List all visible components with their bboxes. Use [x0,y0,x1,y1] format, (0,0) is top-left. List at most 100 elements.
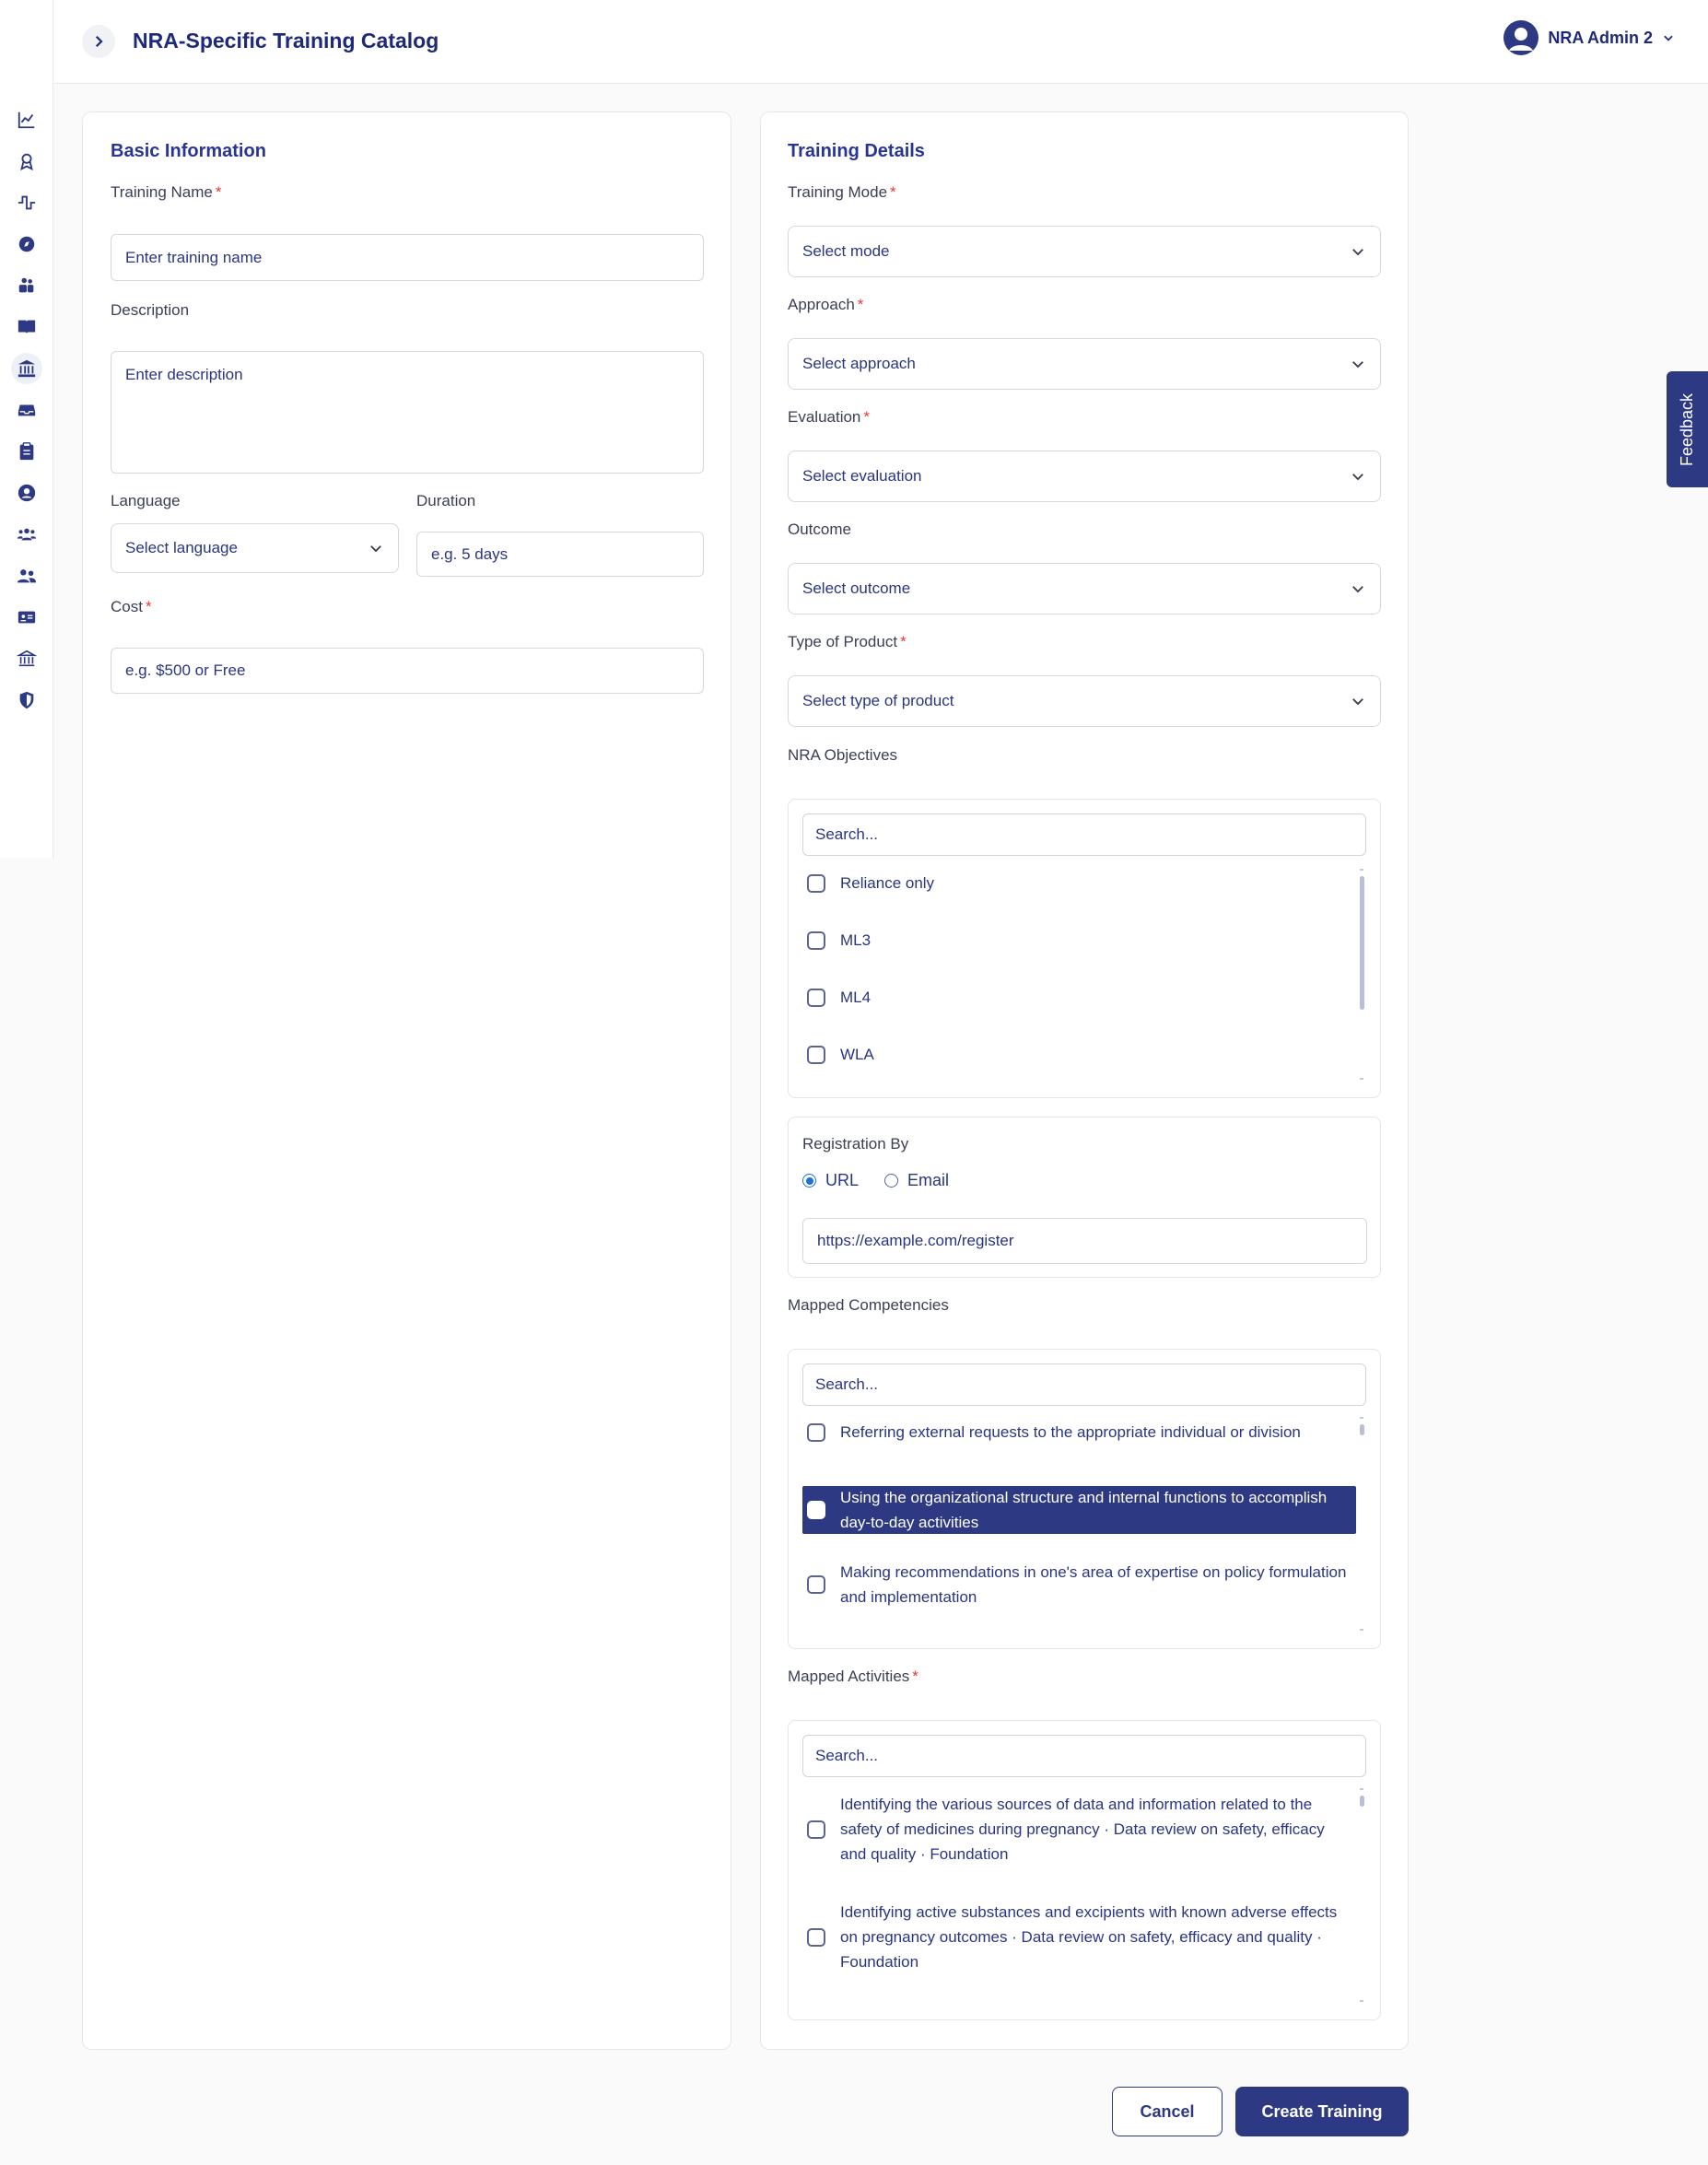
cost-label: Cost * [111,598,152,615]
objective-option[interactable]: ML4 [807,985,1352,1010]
checkbox[interactable] [807,1575,825,1594]
top-bar: NRA-Specific Training Catalog NRA Admin … [54,0,1708,84]
sidebar-toggle-button[interactable] [82,25,115,58]
chevron-down-icon [370,545,381,553]
chevron-down-icon [1352,361,1363,369]
feedback-label: Feedback [1678,392,1696,466]
scrollbar-arrow-down[interactable] [1360,2000,1363,2002]
mapped-activities-label: Mapped Activities * [788,1668,918,1685]
url-radio-label: URL [825,1171,860,1189]
training-details-card: Training Details Training Mode * Select m… [760,111,1409,2050]
url-radio[interactable] [802,1174,816,1188]
scrollbar-arrow-up[interactable] [1360,869,1363,871]
approach-label: Approach * [788,296,864,313]
training-mode-label: Training Mode * [788,183,896,201]
checkbox[interactable] [807,988,825,1007]
avatar [1503,20,1539,55]
type-of-product-label: Type of Product * [788,633,907,650]
competency-option[interactable]: Referring external requests to the appro… [807,1420,1352,1445]
objective-option[interactable]: ML3 [807,928,1352,953]
user-name: NRA Admin 2 [1548,28,1653,47]
pulse-icon[interactable] [11,187,42,218]
sidebar [0,0,53,858]
nra-objectives-box: Search... Reliance only ML3 ML4 WLA [788,799,1381,1098]
scrollbar-thumb[interactable] [1360,1796,1364,1807]
checkbox[interactable] [807,930,825,950]
section-title: Training Details [788,141,925,161]
training-name-input[interactable]: Enter training name [111,234,704,281]
email-radio[interactable] [884,1174,899,1188]
duration-label: Duration [416,492,476,509]
approach-select[interactable]: Select approach [788,338,1381,390]
duration-input[interactable]: e.g. 5 days [416,532,704,577]
email-radio-label: Email [907,1171,950,1189]
clipboard-icon[interactable] [11,436,42,467]
chevron-down-icon [1352,698,1363,706]
scrollbar-thumb[interactable] [1360,1424,1364,1435]
registration-url-input[interactable]: https://example.com/register [802,1218,1367,1264]
chevron-down-icon [1352,586,1363,593]
basic-information-card: Basic Information Training Name * Enter t… [82,111,731,2050]
training-name-label: Training Name * [111,183,222,201]
scrollbar-arrow-up[interactable] [1360,1788,1363,1790]
objective-option[interactable]: Reliance only [807,871,1352,895]
competencies-search-input[interactable]: Search... [802,1363,1366,1406]
mapped-competencies-label: Mapped Competencies [788,1296,949,1314]
checkbox[interactable] [807,1927,825,1947]
section-title: Basic Information [111,141,266,161]
user-circle-icon[interactable] [11,477,42,509]
cost-input[interactable]: e.g. $500 or Free [111,648,704,694]
language-label: Language [111,492,181,509]
activity-option[interactable]: Identifying the various sources of data … [807,1792,1352,1867]
type-of-product-select[interactable]: Select type of product [788,675,1381,727]
registration-by-label: Registration By [802,1135,909,1153]
checkbox[interactable] [807,1045,825,1064]
evaluation-select[interactable]: Select evaluation [788,451,1381,502]
outcome-label: Outcome [788,521,851,538]
chart-line-icon[interactable] [11,104,42,135]
people-icon[interactable] [11,270,42,301]
description-textarea[interactable]: Enter description [111,351,704,474]
checkbox[interactable] [807,1422,825,1442]
award-icon[interactable] [11,146,42,177]
checkbox[interactable] [807,1820,825,1839]
competency-option[interactable]: Making recommendations in one's area of … [807,1560,1352,1609]
landmark-icon[interactable] [11,643,42,674]
training-mode-select[interactable]: Select mode [788,226,1381,277]
institution-icon[interactable] [11,353,42,384]
cancel-button[interactable]: Cancel [1112,2087,1223,2136]
scrollbar-thumb[interactable] [1360,876,1364,1010]
page-title: NRA-Specific Training Catalog [133,29,439,53]
user-menu[interactable]: NRA Admin 2 [1503,20,1675,55]
activity-option[interactable]: Identifying active substances and excipi… [807,1900,1352,1974]
language-select[interactable]: Select language [111,523,399,573]
checkbox[interactable] [807,1501,825,1519]
mapped-activities-box: Search... Identifying the various source… [788,1720,1381,2020]
nra-objectives-label: NRA Objectives [788,746,898,764]
scrollbar-arrow-down[interactable] [1360,1078,1363,1080]
user-friends-icon[interactable] [11,560,42,591]
id-card-icon[interactable] [11,602,42,633]
compass-icon[interactable] [11,228,42,260]
book-open-icon[interactable] [11,311,42,343]
inbox-icon[interactable] [11,394,42,426]
activities-search-input[interactable]: Search... [802,1735,1366,1777]
chevron-down-icon [1352,249,1363,256]
checkbox[interactable] [807,873,825,893]
feedback-tab[interactable]: Feedback [1667,371,1708,487]
outcome-select[interactable]: Select outcome [788,563,1381,614]
scrollbar-arrow-down[interactable] [1360,1629,1363,1631]
objectives-search-input[interactable]: Search... [802,813,1366,856]
create-training-button[interactable]: Create Training [1235,2087,1409,2136]
description-label: Description [111,301,190,319]
chevron-down-icon [1352,474,1363,481]
registration-box: Registration By URL Email https://exampl… [788,1117,1381,1278]
shield-icon[interactable] [11,685,42,716]
objective-option[interactable]: WLA [807,1042,1352,1067]
mapped-competencies-box: Search... Referring external requests to… [788,1349,1381,1649]
evaluation-label: Evaluation * [788,408,871,426]
users-group-icon[interactable] [11,519,42,550]
chevron-down-icon [1664,35,1673,41]
competency-option-highlighted[interactable]: Using the organizational structure and i… [802,1486,1356,1534]
scrollbar-arrow-up[interactable] [1360,1417,1363,1419]
